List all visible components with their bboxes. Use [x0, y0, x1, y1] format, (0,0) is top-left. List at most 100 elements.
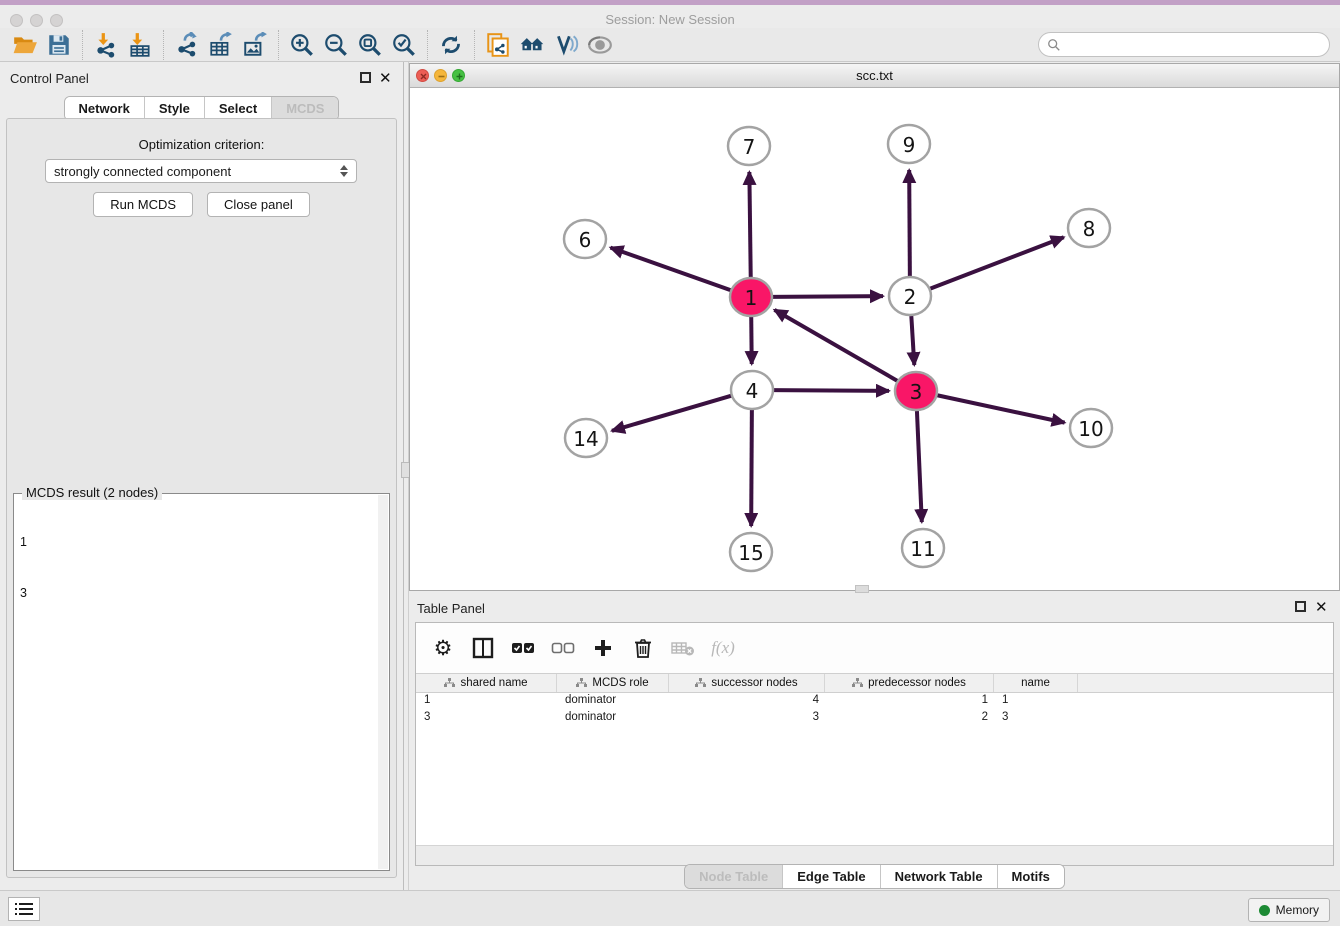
graph-edge-1-2[interactable]: [772, 296, 883, 297]
run-mcds-button[interactable]: Run MCDS: [93, 192, 193, 217]
close-panel-icon[interactable]: ✕: [379, 69, 392, 87]
table-hscrollbar[interactable]: [416, 845, 1333, 865]
graph-node-label: 15: [738, 541, 763, 565]
cell-shared-name[interactable]: 3: [416, 710, 557, 727]
search-icon: [1047, 38, 1061, 52]
save-session-icon[interactable]: [42, 30, 76, 60]
function-icon[interactable]: f(x): [710, 635, 736, 661]
graph-edge-3-10[interactable]: [937, 395, 1065, 422]
criterion-value: strongly connected component: [54, 164, 340, 179]
zoom-selected-icon[interactable]: [387, 30, 421, 60]
mcds-result-line: 3: [20, 585, 41, 602]
task-history-icon[interactable]: [8, 897, 40, 921]
home-icon[interactable]: [515, 30, 549, 60]
graph-edge-4-14[interactable]: [612, 396, 732, 431]
graph-edge-3-11[interactable]: [917, 411, 922, 522]
zoom-fit-icon[interactable]: [353, 30, 387, 60]
memory-button[interactable]: Memory: [1248, 898, 1330, 922]
column-header-predecessor-nodes[interactable]: predecessor nodes: [825, 674, 994, 692]
cell-name[interactable]: 1: [994, 693, 1078, 710]
add-row-icon[interactable]: [590, 635, 616, 661]
tab-mcds[interactable]: MCDS: [272, 97, 338, 120]
graph-node-label: 10: [1078, 417, 1103, 441]
graph-edge-1-6[interactable]: [610, 248, 731, 291]
column-header-successor-nodes[interactable]: successor nodes: [669, 674, 825, 692]
mcds-result-line: 1: [20, 534, 41, 551]
search-box[interactable]: [1038, 32, 1330, 57]
refresh-layout-icon[interactable]: [434, 30, 468, 60]
graph-edge-2-9[interactable]: [909, 170, 910, 276]
cell-predecessor-nodes[interactable]: 2: [825, 710, 994, 727]
eye-icon[interactable]: [583, 30, 617, 60]
graph-edge-1-7[interactable]: [749, 172, 750, 277]
control-panel-title: Control Panel: [10, 71, 89, 86]
horizontal-splitter-handle[interactable]: [855, 585, 869, 593]
zoom-in-icon[interactable]: [285, 30, 319, 60]
network-canvas[interactable]: 1234678910111415: [410, 88, 1339, 590]
close-table-panel-icon[interactable]: ✕: [1315, 598, 1328, 616]
close-panel-button[interactable]: Close panel: [207, 192, 310, 217]
graph-edge-3-1[interactable]: [774, 310, 897, 381]
network-graph[interactable]: 1234678910111415: [410, 88, 1339, 590]
graph-node-label: 3: [910, 380, 923, 404]
settings-icon[interactable]: ⚙: [430, 635, 456, 661]
zoom-out-icon[interactable]: [319, 30, 353, 60]
export-table-icon[interactable]: [204, 30, 238, 60]
cell-predecessor-nodes[interactable]: 1: [825, 693, 994, 710]
graph-edge-2-8[interactable]: [930, 237, 1064, 289]
tab-select[interactable]: Select: [205, 97, 272, 120]
deselect-all-icon[interactable]: [550, 635, 576, 661]
mcds-panel: Optimization criterion: strongly connect…: [6, 118, 397, 878]
network-file-icon[interactable]: [481, 30, 515, 60]
graph-node-label: 9: [903, 133, 916, 157]
cell-successor-nodes[interactable]: 3: [669, 710, 825, 727]
open-session-icon[interactable]: [8, 30, 42, 60]
import-network-icon[interactable]: [89, 30, 123, 60]
table-panel-title: Table Panel: [417, 601, 485, 616]
tab-network-table[interactable]: Network Table: [881, 865, 998, 888]
tab-motifs[interactable]: Motifs: [998, 865, 1064, 888]
export-image-icon[interactable]: [238, 30, 272, 60]
float-table-panel-icon[interactable]: [1295, 601, 1306, 612]
column-header-mcds-role[interactable]: MCDS role: [557, 674, 669, 692]
select-all-icon[interactable]: [510, 635, 536, 661]
tab-edge-table[interactable]: Edge Table: [783, 865, 880, 888]
graph-edge-4-3[interactable]: [773, 390, 889, 391]
table-toolbar: ⚙ f(x): [416, 623, 1333, 673]
cell-shared-name[interactable]: 1: [416, 693, 557, 710]
criterion-dropdown[interactable]: strongly connected component: [45, 159, 357, 183]
table-tabs: Node Table Edge Table Network Table Moti…: [409, 864, 1340, 889]
float-panel-icon[interactable]: [360, 72, 371, 83]
search-input[interactable]: [1061, 35, 1329, 55]
import-table-icon[interactable]: [123, 30, 157, 60]
tab-network[interactable]: Network: [65, 97, 145, 120]
mcds-result-box: MCDS result (2 nodes) 1 3: [13, 493, 390, 871]
table-row[interactable]: 3 dominator 3 2 3: [416, 710, 1333, 727]
graph-node-label: 11: [910, 537, 935, 561]
cell-mcds-role[interactable]: dominator: [557, 710, 669, 727]
graph-node-label: 6: [579, 228, 592, 252]
cell-successor-nodes[interactable]: 4: [669, 693, 825, 710]
table-panel-header: Table Panel ✕: [409, 596, 1340, 620]
table-row[interactable]: 1 dominator 4 1 1: [416, 693, 1333, 710]
tab-style[interactable]: Style: [145, 97, 205, 120]
graph-edge-2-3[interactable]: [911, 316, 914, 365]
hide-details-icon[interactable]: [549, 30, 583, 60]
column-header-shared-name[interactable]: shared name: [416, 674, 557, 692]
column-header-name[interactable]: name: [994, 674, 1078, 692]
window-title: Session: New Session: [0, 12, 1340, 27]
cell-name[interactable]: 3: [994, 710, 1078, 727]
network-window-titlebar[interactable]: scc.txt: [410, 64, 1339, 88]
graph-edge-4-15[interactable]: [751, 410, 752, 526]
columns-icon[interactable]: [470, 635, 496, 661]
delete-row-icon[interactable]: [630, 635, 656, 661]
export-network-icon[interactable]: [170, 30, 204, 60]
toolbar-separator: [82, 30, 83, 60]
result-scrollbar[interactable]: [378, 495, 388, 869]
delete-table-icon[interactable]: [670, 635, 696, 661]
tab-node-table[interactable]: Node Table: [685, 865, 783, 888]
main-toolbar: [0, 28, 1340, 62]
mcds-result-title: MCDS result (2 nodes): [22, 485, 162, 500]
tree-icon: [576, 678, 587, 688]
cell-mcds-role[interactable]: dominator: [557, 693, 669, 710]
